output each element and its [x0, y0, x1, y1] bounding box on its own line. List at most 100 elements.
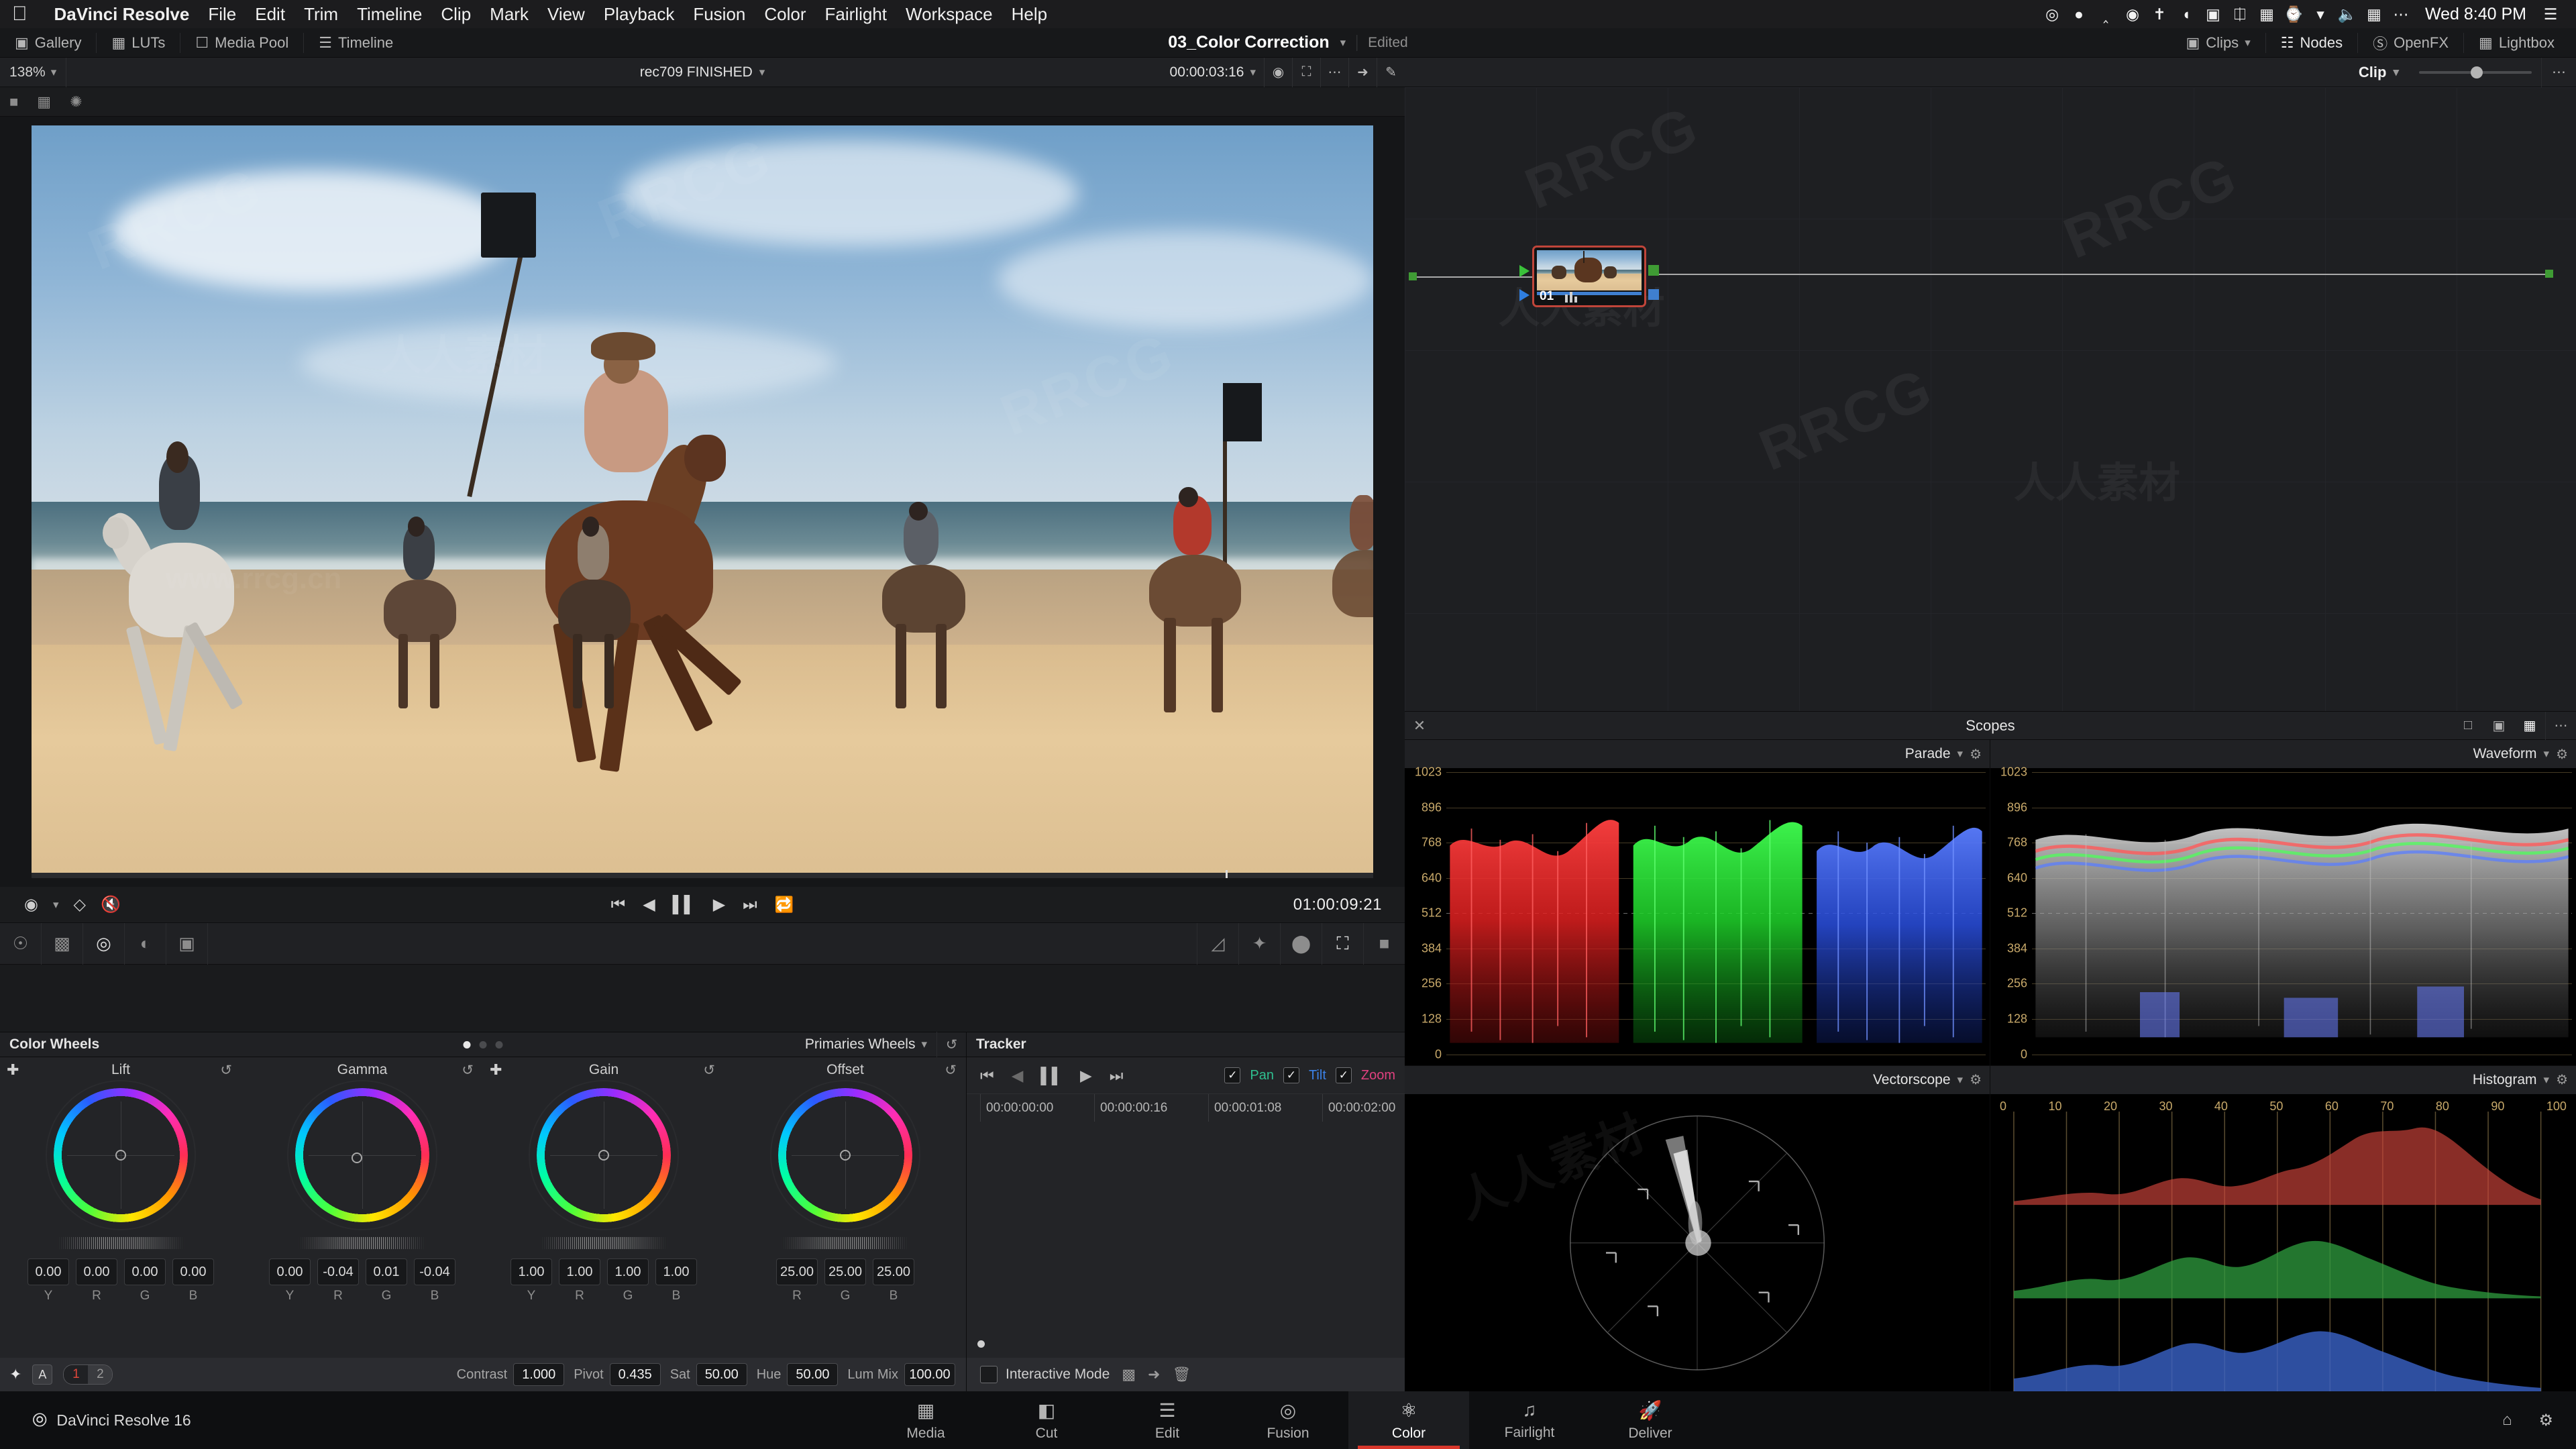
scope-waveform[interactable]: Waveform ▾ ⚙ 1023 896 768 640 512 384 25…	[1990, 740, 2576, 1066]
single-view-icon[interactable]: □	[2453, 712, 2483, 740]
more-icon[interactable]: ⋯	[2545, 711, 2576, 740]
gain-b-field[interactable]: 1.00 B	[655, 1258, 697, 1303]
settings-icon[interactable]: ⚙	[2556, 1071, 2568, 1088]
menu-trim[interactable]: Trim	[294, 4, 347, 25]
gamma-y-field[interactable]: 0.00 Y	[269, 1258, 311, 1303]
tracker-keyframe-track[interactable]	[967, 1114, 1405, 1358]
stabilizer-icon[interactable]: ⛶	[1322, 922, 1363, 965]
lift-y-field[interactable]: 0.00 Y	[28, 1258, 69, 1303]
track-forward-icon[interactable]: ▶	[1080, 1067, 1092, 1085]
window-icon[interactable]: ▩	[42, 922, 83, 965]
time-machine-icon[interactable]: ⌚	[2280, 3, 2307, 25]
tracker-keyframe[interactable]	[977, 1340, 985, 1348]
node-graph[interactable]: RRCG RRCG RRCG 人人素材 人人素材 01	[1405, 87, 2576, 711]
more-icon[interactable]: ⋯	[1320, 57, 1348, 87]
color-wheel-icon[interactable]: ◉	[1264, 57, 1292, 87]
toolbar-nodes-button[interactable]: ☷ Nodes	[2266, 32, 2359, 53]
layers-icon[interactable]: ◇	[74, 895, 86, 914]
wheel-lift-control[interactable]	[46, 1080, 196, 1230]
chevron-down-icon[interactable]: ▾	[2544, 1073, 2550, 1087]
chevron-down-icon[interactable]: ▾	[53, 898, 59, 912]
screen-record-icon[interactable]: ▣	[2200, 3, 2226, 25]
menu-view[interactable]: View	[538, 4, 594, 25]
settings-icon[interactable]: ⚙	[2538, 1411, 2553, 1430]
grammarly-icon[interactable]: ‸	[2092, 3, 2119, 25]
node-01[interactable]: 01	[1519, 246, 1659, 307]
node-overlay-icon[interactable]: ◉	[24, 895, 38, 914]
node-scope-selector[interactable]: Clip ▾	[2348, 64, 2410, 81]
lift-b-field[interactable]: 0.00 B	[172, 1258, 214, 1303]
page-button-edit[interactable]: ☰ Edit	[1107, 1391, 1228, 1449]
scope-vectorscope[interactable]: Vectorscope ▾ ⚙ 人人素材	[1405, 1065, 1990, 1391]
viewer-stage[interactable]: RRCG RRCG RRCG 人人素材 www.rrcg.cn	[0, 117, 1405, 887]
lift-r-field[interactable]: 0.00 R	[76, 1258, 117, 1303]
pen-icon[interactable]: ✎	[1377, 57, 1405, 87]
scope-parade[interactable]: Parade ▾ ⚙ 1023 896 768 640 512 384 256	[1405, 740, 1990, 1066]
settings-icon[interactable]: ⚙	[2556, 746, 2568, 763]
keyframe-icon[interactable]: ✦	[9, 1366, 21, 1383]
key-icon[interactable]: ▣	[166, 922, 208, 965]
grid-icon[interactable]: ▦	[37, 93, 51, 111]
toolbar-openfx-button[interactable]: Ⓢ OpenFX	[2358, 32, 2465, 53]
contrast-icon[interactable]: ◖	[2173, 3, 2200, 25]
fullscreen-icon[interactable]: ⛶	[1292, 57, 1320, 87]
page-dot[interactable]	[479, 1040, 487, 1049]
toolbar-lightbox-button[interactable]: ▦ Lightbox	[2464, 33, 2569, 53]
menu-fusion[interactable]: Fusion	[684, 4, 755, 25]
insert-track-point-icon[interactable]: ▩	[1122, 1366, 1136, 1383]
blur-icon[interactable]: ◐	[125, 922, 166, 965]
lift-icon[interactable]: ■	[1363, 922, 1405, 965]
hue-value[interactable]: 50.00	[787, 1363, 839, 1386]
loop-icon[interactable]: 🔁	[775, 896, 794, 914]
viewer-image[interactable]: RRCG RRCG RRCG 人人素材 www.rrcg.cn	[32, 125, 1373, 878]
zoom-level-selector[interactable]: 138% ▾	[0, 57, 67, 87]
wheel-gamma-reset-icon[interactable]: ↺	[462, 1062, 474, 1079]
playhead[interactable]	[1226, 870, 1228, 878]
menu-color[interactable]: Color	[755, 4, 815, 25]
version-a-button[interactable]: A	[32, 1364, 53, 1385]
overlay-icon[interactable]: ◉	[2119, 3, 2146, 25]
control-center-icon[interactable]: ☰	[2537, 3, 2564, 25]
display-rotate-icon[interactable]: ◎	[2039, 3, 2065, 25]
lum-mix-value[interactable]: 100.00	[904, 1363, 955, 1386]
wheel-gain-reset-icon[interactable]: ↺	[703, 1062, 715, 1079]
image-wipe-icon[interactable]: ✺	[70, 93, 82, 111]
toolbar-clips-button[interactable]: ▣ Clips ▾	[2171, 32, 2266, 53]
wheel-offset-reset-icon[interactable]: ↺	[945, 1062, 957, 1079]
magic-mask-icon[interactable]: ✦	[1238, 922, 1280, 965]
wheel-lift-reset-icon[interactable]: ↺	[220, 1062, 232, 1079]
page-button-fusion[interactable]: ◎ Fusion	[1228, 1391, 1348, 1449]
node-rgb-output-port[interactable]	[1648, 265, 1659, 276]
page-button-cut[interactable]: ◧ Cut	[986, 1391, 1107, 1449]
page-dot[interactable]	[463, 1040, 471, 1049]
lift-g-field[interactable]: 0.00 G	[124, 1258, 166, 1303]
track-reverse-icon[interactable]: ◀	[1012, 1067, 1024, 1085]
wheel-offset-slider[interactable]	[782, 1237, 909, 1249]
menu-workspace[interactable]: Workspace	[896, 4, 1002, 25]
chevron-down-icon[interactable]: ▾	[1957, 1073, 1964, 1087]
cursor-add-icon[interactable]: ➜	[1148, 1366, 1160, 1383]
last-frame-icon[interactable]: ⏭	[743, 896, 757, 914]
tilt-checkbox[interactable]: ✓	[1283, 1067, 1299, 1083]
node-rgb-input-port[interactable]	[1519, 265, 1530, 277]
first-frame-icon[interactable]: ⏮	[611, 896, 626, 914]
chevron-down-icon[interactable]: ▾	[2245, 36, 2251, 50]
track-reverse-start-icon[interactable]: ⏮	[980, 1067, 994, 1085]
wheel-handle[interactable]	[598, 1150, 609, 1161]
track-forward-end-icon[interactable]: ⏭	[1110, 1067, 1124, 1085]
viewer-scrubber[interactable]	[32, 870, 1373, 878]
gamma-g-field[interactable]: 0.01 G	[366, 1258, 407, 1303]
settings-icon[interactable]: ⚙	[1970, 1071, 1982, 1088]
menu-clock[interactable]: Wed 8:40 PM	[2414, 5, 2537, 24]
source-terminal[interactable]	[1409, 272, 1417, 280]
menu-timeline[interactable]: Timeline	[347, 4, 431, 25]
wheel-handle[interactable]	[115, 1150, 126, 1161]
sat-value[interactable]: 50.00	[696, 1363, 747, 1386]
lift-master-handle-icon[interactable]: ✚	[7, 1061, 19, 1079]
primaries-mode-selector[interactable]: Primaries Wheels ▾	[796, 1036, 936, 1053]
gamma-r-field[interactable]: -0.04 R	[317, 1258, 359, 1303]
close-icon[interactable]: ✕	[1405, 712, 1434, 740]
split-screen-icon[interactable]: ■	[9, 93, 18, 111]
page-dot[interactable]	[495, 1040, 503, 1049]
offset-r-field[interactable]: 25.00 R	[776, 1258, 818, 1303]
